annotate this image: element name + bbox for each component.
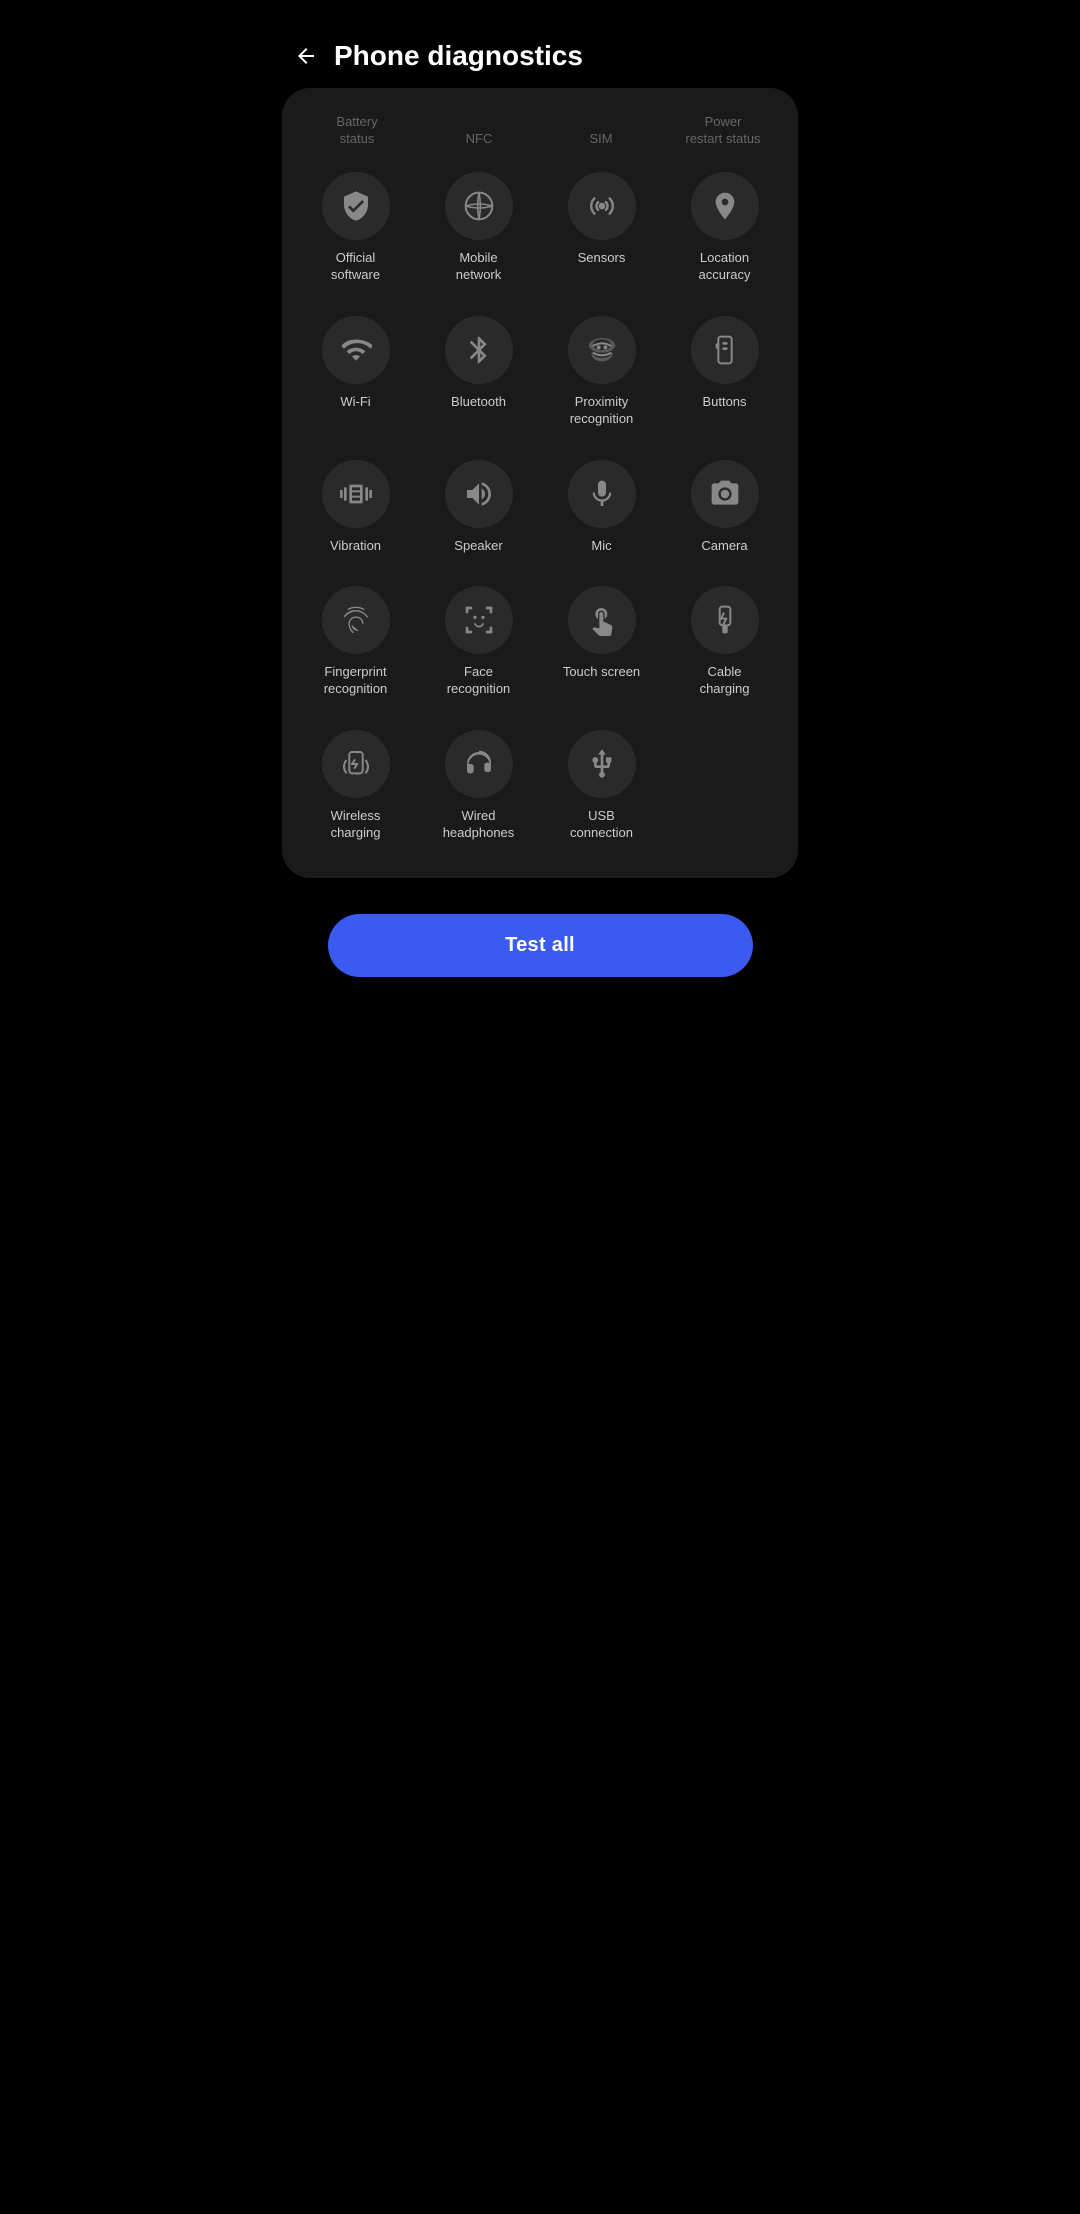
partial-nfc-label: NFC [466, 131, 493, 148]
partial-sim: SIM [542, 100, 660, 148]
wired-headphones-icon [463, 748, 495, 780]
touch-screen-item[interactable]: Touch screen [544, 578, 659, 706]
partial-top-row: Batterystatus NFC SIM Powerrestart statu… [298, 96, 782, 156]
bluetooth-label: Bluetooth [451, 394, 506, 411]
buttons-icon-circle [691, 316, 759, 384]
mic-icon [586, 478, 618, 510]
grid-row-5: Wirelesscharging Wiredheadphones USBconn… [298, 714, 782, 858]
camera-label: Camera [701, 538, 747, 555]
usb-connection-label: USBconnection [570, 808, 633, 842]
bluetooth-icon-circle [445, 316, 513, 384]
camera-icon [709, 478, 741, 510]
vibration-icon-circle [322, 460, 390, 528]
test-all-button[interactable]: Test all [328, 914, 753, 977]
cable-charging-icon [709, 604, 741, 636]
camera-icon-circle [691, 460, 759, 528]
official-software-label: Officialsoftware [331, 250, 380, 284]
mic-item[interactable]: Mic [544, 452, 659, 563]
mobile-network-icon-circle [445, 172, 513, 240]
grid-row-4: Fingerprintrecognition Facerec [298, 570, 782, 714]
header: Phone diagnostics [270, 0, 810, 88]
bluetooth-icon [463, 334, 495, 366]
wired-headphones-icon-circle [445, 730, 513, 798]
speaker-label: Speaker [454, 538, 502, 555]
mic-label: Mic [591, 538, 611, 555]
grid-row-1: Officialsoftware Mobilenetwork [298, 156, 782, 300]
fingerprint-recognition-label: Fingerprintrecognition [324, 664, 388, 698]
location-accuracy-icon [709, 190, 741, 222]
face-recognition-icon [463, 604, 495, 636]
sensors-icon-circle [568, 172, 636, 240]
grid-row-3: Vibration Speaker Mic [298, 444, 782, 571]
official-software-icon [340, 190, 372, 222]
wifi-item[interactable]: Wi-Fi [298, 308, 413, 436]
partial-power-restart: Powerrestart status [664, 100, 782, 148]
bluetooth-item[interactable]: Bluetooth [421, 308, 536, 436]
touch-screen-icon-circle [568, 586, 636, 654]
face-recognition-item[interactable]: Facerecognition [421, 578, 536, 706]
back-icon [294, 44, 318, 68]
official-software-item[interactable]: Officialsoftware [298, 164, 413, 292]
wifi-icon [340, 334, 372, 366]
face-recognition-label: Facerecognition [447, 664, 511, 698]
touch-screen-icon [586, 604, 618, 636]
location-accuracy-icon-circle [691, 172, 759, 240]
vibration-icon [340, 478, 372, 510]
vibration-label: Vibration [330, 538, 381, 555]
wireless-charging-icon-circle [322, 730, 390, 798]
proximity-recognition-item[interactable]: Proximityrecognition [544, 308, 659, 436]
partial-sim-label: SIM [589, 131, 612, 148]
usb-connection-icon-circle [568, 730, 636, 798]
wifi-label: Wi-Fi [340, 394, 370, 411]
wireless-charging-item[interactable]: Wirelesscharging [298, 722, 413, 850]
speaker-icon-circle [445, 460, 513, 528]
location-accuracy-item[interactable]: Locationaccuracy [667, 164, 782, 292]
wired-headphones-label: Wiredheadphones [443, 808, 515, 842]
mic-icon-circle [568, 460, 636, 528]
cable-charging-label: Cablecharging [700, 664, 750, 698]
back-button[interactable] [290, 40, 322, 72]
proximity-recognition-icon-circle [568, 316, 636, 384]
wifi-icon-circle [322, 316, 390, 384]
wireless-charging-label: Wirelesscharging [331, 808, 381, 842]
usb-connection-item[interactable]: USBconnection [544, 722, 659, 850]
cable-charging-item[interactable]: Cablecharging [667, 578, 782, 706]
fingerprint-recognition-item[interactable]: Fingerprintrecognition [298, 578, 413, 706]
diagnostics-grid-card: Batterystatus NFC SIM Powerrestart statu… [282, 88, 798, 878]
usb-connection-icon [586, 748, 618, 780]
location-accuracy-label: Locationaccuracy [698, 250, 750, 284]
wireless-charging-icon [340, 748, 372, 780]
fingerprint-recognition-icon [340, 604, 372, 636]
touch-screen-label: Touch screen [563, 664, 640, 681]
face-recognition-icon-circle [445, 586, 513, 654]
wired-headphones-item[interactable]: Wiredheadphones [421, 722, 536, 850]
page-title: Phone diagnostics [334, 40, 583, 72]
partial-battery-status: Batterystatus [298, 100, 416, 148]
speaker-icon [463, 478, 495, 510]
buttons-item[interactable]: Buttons [667, 308, 782, 436]
mobile-network-item[interactable]: Mobilenetwork [421, 164, 536, 292]
partial-nfc: NFC [420, 100, 538, 148]
speaker-item[interactable]: Speaker [421, 452, 536, 563]
cable-charging-icon-circle [691, 586, 759, 654]
bottom-area: Test all [270, 898, 810, 1009]
buttons-label: Buttons [702, 394, 746, 411]
partial-battery-label: Batterystatus [336, 114, 377, 148]
grid-row-2: Wi-Fi Bluetooth [298, 300, 782, 444]
camera-item[interactable]: Camera [667, 452, 782, 563]
mobile-network-icon [463, 190, 495, 222]
proximity-recognition-icon [586, 334, 618, 366]
sensors-icon [586, 190, 618, 222]
sensors-label: Sensors [578, 250, 626, 267]
buttons-icon [709, 334, 741, 366]
sensors-item[interactable]: Sensors [544, 164, 659, 292]
mobile-network-label: Mobilenetwork [456, 250, 502, 284]
fingerprint-recognition-icon-circle [322, 586, 390, 654]
official-software-icon-circle [322, 172, 390, 240]
vibration-item[interactable]: Vibration [298, 452, 413, 563]
proximity-recognition-label: Proximityrecognition [570, 394, 634, 428]
partial-power-restart-label: Powerrestart status [685, 114, 760, 148]
